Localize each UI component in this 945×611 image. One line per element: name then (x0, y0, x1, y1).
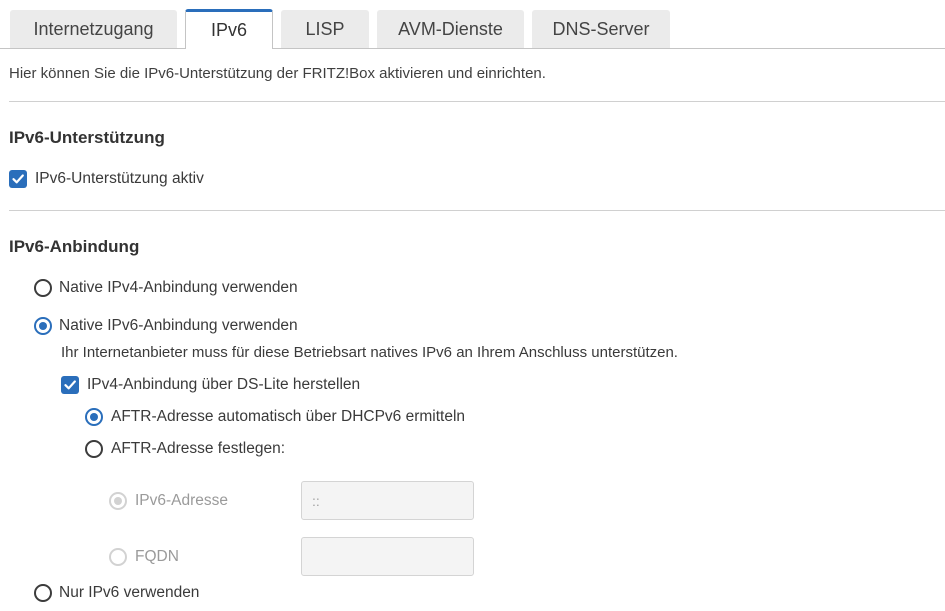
checkmark-icon (64, 380, 76, 390)
fqdn-radio[interactable] (109, 548, 127, 566)
fqdn-label: FQDN (135, 548, 179, 565)
tab-label: LISP (305, 18, 345, 39)
divider (9, 210, 945, 211)
section-title-connection: IPv6-Anbindung (9, 237, 140, 256)
ipv6-address-radio[interactable] (109, 492, 127, 510)
fqdn-input[interactable] (301, 537, 474, 576)
native-ipv6-label: Native IPv6-Anbindung verwenden (59, 317, 298, 334)
aftr-auto-label: AFTR-Adresse automatisch über DHCPv6 erm… (111, 408, 466, 425)
tab-lisp[interactable]: LISP (281, 10, 369, 48)
tab-label: AVM-Dienste (398, 18, 503, 39)
section-title-support: IPv6-Unterstützung (9, 128, 165, 147)
native-ipv4-label: Native IPv4-Anbindung verwenden (59, 279, 298, 296)
aftr-manual-radio[interactable] (85, 440, 103, 458)
dslite-checkbox[interactable] (61, 376, 79, 394)
native-ipv6-hint: Ihr Internetanbieter muss für diese Betr… (61, 344, 678, 361)
tab-label: Internetzugang (33, 18, 154, 39)
ipv6-only-label: Nur IPv6 verwenden (59, 584, 200, 601)
tab-bar-divider (0, 48, 945, 49)
tab-internetzugang[interactable]: Internetzugang (10, 10, 177, 48)
tab-label: IPv6 (210, 20, 248, 40)
ipv6-address-label: IPv6-Adresse (135, 492, 229, 509)
divider (9, 101, 945, 102)
checkmark-icon (12, 174, 24, 184)
ipv6-address-input[interactable] (301, 481, 474, 520)
native-ipv6-radio[interactable] (34, 317, 52, 335)
tab-label: DNS-Server (552, 18, 650, 39)
tab-avm-dienste[interactable]: AVM-Dienste (377, 10, 524, 48)
tab-bar: Internetzugang IPv6 LISP AVM-Dienste DNS… (0, 0, 945, 49)
tab-ipv6[interactable]: IPv6 (185, 9, 273, 49)
native-ipv4-radio[interactable] (34, 279, 52, 297)
ipv6-only-radio[interactable] (34, 584, 52, 602)
tab-dns-server[interactable]: DNS-Server (532, 10, 670, 48)
ipv6-support-label: IPv6-Unterstützung aktiv (35, 170, 204, 187)
dslite-label: IPv4-Anbindung über DS-Lite herstellen (87, 376, 361, 393)
intro-text: Hier können Sie die IPv6-Unterstützung d… (9, 65, 546, 82)
ipv6-support-checkbox[interactable] (9, 170, 27, 188)
aftr-auto-radio[interactable] (85, 408, 103, 426)
aftr-manual-label: AFTR-Adresse festlegen: (111, 440, 286, 457)
